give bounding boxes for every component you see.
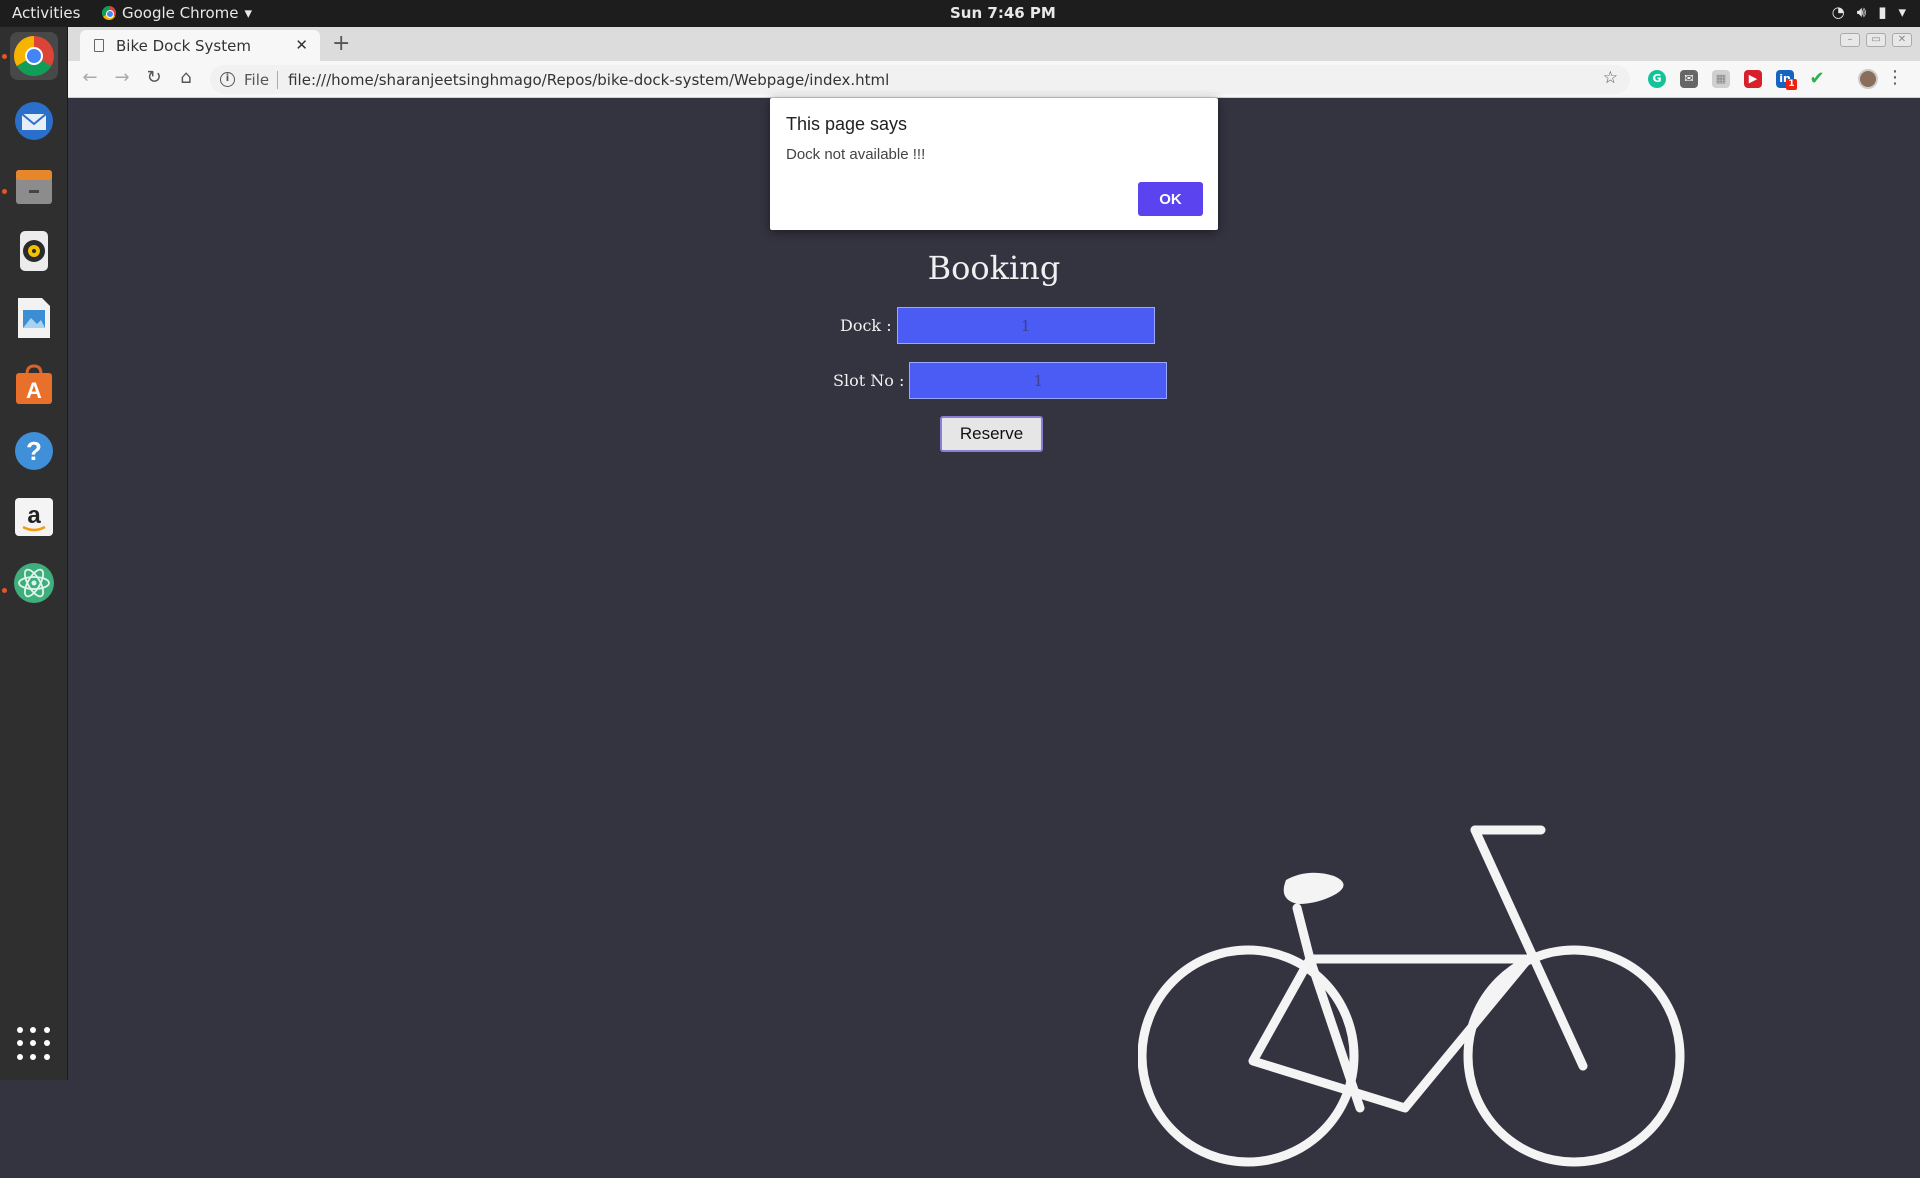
software-bag-icon: A (16, 364, 52, 404)
app-menu-label: Google Chrome (122, 4, 239, 22)
dock-atom[interactable] (10, 559, 58, 607)
chrome-icon (14, 36, 54, 76)
system-tray[interactable]: ◔ 🔊︎ ▮ ▾ (1832, 3, 1906, 21)
tab-title: Bike Dock System (116, 36, 251, 55)
home-icon[interactable]: ⌂ (174, 67, 198, 91)
dock-amazon[interactable]: a (10, 493, 58, 541)
close-window-button[interactable]: ✕ (1892, 33, 1912, 47)
page-content: Booking Dock : Slot No : Reserve (68, 98, 1920, 1167)
clock[interactable]: Sun 7:46 PM (950, 4, 1056, 22)
url-text[interactable]: file:///home/sharanjeetsinghmago/Repos/b… (288, 71, 889, 89)
browser-toolbar: ← → ↻ ⌂ i File file:///home/sharanjeetsi… (68, 61, 1920, 98)
help-icon: ? (15, 432, 53, 470)
dock-impress[interactable] (10, 294, 58, 342)
running-indicator (2, 54, 7, 59)
dock-ubuntu-software[interactable]: A (10, 360, 58, 408)
window-controls: – ▭ ✕ (1840, 33, 1912, 47)
tab-bike-dock-system[interactable]: Bike Dock System ✕ (80, 30, 320, 61)
running-indicator (2, 588, 7, 593)
pdf-extension-icon[interactable]: ▶ (1744, 70, 1762, 88)
kebab-menu-icon[interactable]: ⋮ (1886, 67, 1904, 88)
dock-input[interactable] (896, 307, 1155, 344)
grammarly-icon[interactable]: G (1648, 70, 1666, 88)
dock-files[interactable] (10, 162, 58, 210)
files-icon (16, 170, 52, 204)
svg-text:?: ? (26, 436, 42, 466)
running-indicator (2, 189, 7, 194)
battery-icon: ▮ (1878, 3, 1887, 21)
atom-icon (14, 563, 54, 603)
dock-help[interactable]: ? (10, 427, 58, 475)
info-icon[interactable]: i (220, 72, 235, 87)
checkmark-extension-icon[interactable]: ✔ (1808, 70, 1826, 88)
slot-label: Slot No : (833, 371, 905, 390)
chevron-down-icon: ▾ (244, 4, 253, 22)
amazon-icon: a (15, 498, 53, 536)
svg-text:a: a (27, 502, 41, 529)
dock-label: Dock : (840, 316, 892, 335)
show-applications-icon[interactable] (17, 1027, 51, 1061)
alert-dialog: This page says Dock not available !!! OK (770, 98, 1218, 230)
page-title: Booking (927, 249, 1061, 287)
saddle (1283, 872, 1344, 904)
app-menu[interactable]: Google Chrome ▾ (102, 4, 252, 22)
ok-button[interactable]: OK (1138, 182, 1203, 216)
scheme-label: File (244, 70, 279, 89)
address-bar[interactable]: i File file:///home/sharanjeetsinghmago/… (210, 65, 1630, 94)
document-icon (94, 39, 104, 52)
svg-text:A: A (26, 378, 42, 403)
seat-post (1292, 903, 1315, 964)
impress-icon (18, 298, 50, 338)
reload-icon[interactable]: ↻ (142, 67, 166, 91)
tab-strip: Bike Dock System ✕ + – ▭ ✕ (68, 27, 1920, 61)
extension-badge: 1 (1786, 79, 1797, 90)
bicycle-illustration (1138, 825, 1685, 1167)
wifi-icon: ◔ (1831, 3, 1845, 21)
dock-thunderbird[interactable] (10, 97, 58, 145)
new-tab-button[interactable]: + (332, 31, 350, 56)
alert-title: This page says (786, 114, 908, 134)
profile-avatar[interactable] (1858, 69, 1878, 89)
speaker-icon (20, 231, 48, 271)
slot-input[interactable] (909, 362, 1168, 399)
volume-icon: 🔊︎ (1856, 3, 1867, 21)
thunderbird-icon (15, 102, 53, 140)
forward-icon[interactable]: → (110, 67, 134, 91)
layout-extension-icon[interactable]: ▦ (1712, 70, 1730, 88)
slot-row: Slot No : (833, 362, 1168, 399)
frame (1248, 954, 1533, 1113)
close-tab-icon[interactable]: ✕ (295, 36, 308, 54)
dock-chrome[interactable] (10, 32, 58, 80)
dock-row: Dock : (840, 307, 1155, 344)
reserve-button[interactable]: Reserve (940, 416, 1043, 452)
chrome-icon (102, 6, 116, 20)
maximize-button[interactable]: ▭ (1866, 33, 1886, 47)
minimize-button[interactable]: – (1840, 33, 1860, 47)
top-bar: Activities Google Chrome ▾ Sun 7:46 PM ◔… (0, 0, 1920, 27)
bookmark-star-icon[interactable]: ☆ (1603, 68, 1618, 88)
dock-rhythmbox[interactable] (10, 227, 58, 275)
activities-button[interactable]: Activities (12, 4, 80, 22)
mail-extension-icon[interactable]: ✉ (1680, 70, 1698, 88)
back-icon[interactable]: ← (78, 67, 102, 91)
alert-message: Dock not available !!! (786, 146, 926, 163)
chevron-down-icon: ▾ (1898, 3, 1906, 21)
dock: A ? a (0, 27, 68, 1080)
